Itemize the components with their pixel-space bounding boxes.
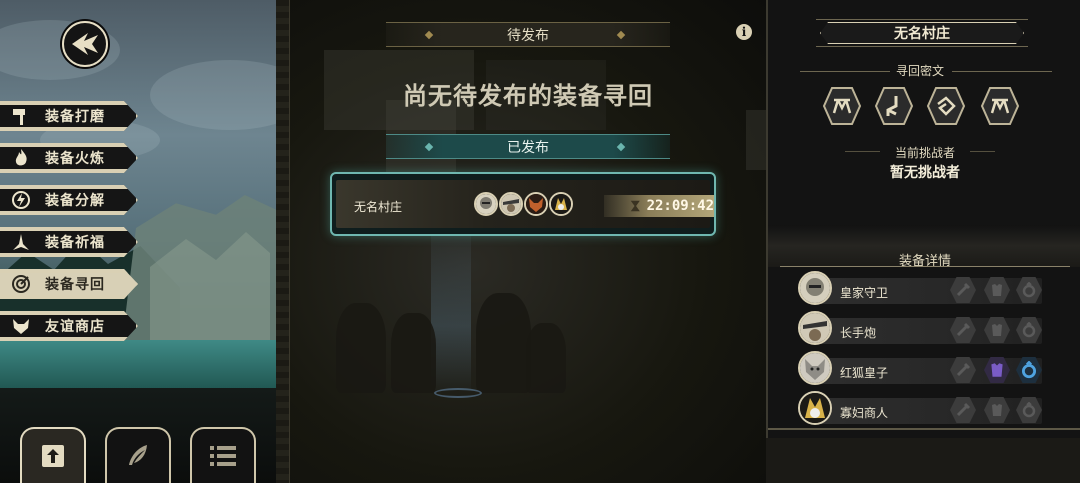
menu-item-disassemble[interactable]: 装备分解 [0,185,138,215]
retrieve-icon [10,273,32,295]
armor-icon [992,284,1002,296]
feather-icon [129,445,147,465]
sword-icon [956,402,971,417]
menu-item-label: 装备祈福 [45,235,105,251]
pending-section-header: 待发布 [386,22,670,47]
hero-name: 皇家守卫 [840,286,889,300]
timer-text: 22:09:42 [646,198,714,214]
hero-name: 长手炮 [840,326,877,340]
list-icon [210,446,236,466]
ring-icon [1022,322,1036,338]
divider [800,71,890,72]
back-arrow-icon [72,33,98,55]
panel-divider [276,0,290,483]
divider [780,266,1070,267]
sword-icon [956,362,971,377]
menu-item-bless[interactable]: 装备祈福 [0,227,138,257]
menu-item-friendship-shop[interactable]: 友谊商店 [0,311,138,341]
fox-icon [10,315,32,337]
blue-ring-icon [1021,361,1037,379]
hero-name: 寡妇商人 [840,406,889,420]
info-icon[interactable]: i [736,24,752,40]
knight-avatar [474,192,498,216]
sword-icon [956,322,971,337]
tab-list[interactable] [190,427,256,483]
menu-item-retrieve[interactable]: 装备寻回 [0,269,138,299]
cipher-heading: 寻回密文 [895,64,944,78]
menu-item-label: 装备分解 [45,193,105,209]
purple-armor-icon [991,363,1003,377]
armor-icon [992,404,1002,416]
panel-footer [766,438,1080,483]
fox-prince-avatar [524,192,548,216]
panel-frame [768,428,1080,438]
hammer-icon [10,105,32,127]
menu-item-label: 装备打磨 [45,109,105,125]
published-label: 已发布 [507,139,549,156]
royal-guard-avatar [798,271,832,305]
challenger-value: 暂无挑战者 [890,165,960,181]
quest-name: 无名村庄 [354,200,403,214]
widow-merchant-avatar [549,192,573,216]
cipher-rune-1-icon [822,87,862,125]
menu-item-label: 装备火炼 [45,151,105,167]
tab-records[interactable] [105,427,171,483]
long-gun-avatar [798,311,832,345]
empty-pending-message: 尚无待发布的装备寻回 [403,81,653,110]
disassemble-icon [10,189,32,211]
ring-icon [1022,402,1036,418]
flame-icon [10,147,32,169]
challenger-heading: 当前挑战者 [880,144,970,161]
menu-item-forge[interactable]: 装备火炼 [0,143,138,173]
hero-name: 红狐皇子 [840,366,889,380]
hero-row-royal-guard[interactable]: 皇家守卫 [798,271,1046,305]
upload-icon [42,445,64,467]
scene-background-middle [276,0,766,483]
village-title: 无名村庄 [820,22,1024,44]
widow-merchant-avatar [798,391,832,425]
published-quest-card[interactable]: 无名村庄 22:09:42 [330,172,716,236]
menu-item-polish[interactable]: 装备打磨 [0,101,138,131]
hero-row-long-gun[interactable]: 长手炮 [798,311,1046,345]
ring-icon [1022,282,1036,298]
back-button[interactable] [62,21,108,67]
cipher-rune-4-icon [980,87,1020,125]
menu-item-label: 友谊商店 [45,319,105,335]
cipher-rune-2-icon [874,87,914,125]
hero-row-red-fox-prince[interactable]: 红狐皇子 [798,351,1046,385]
cipher-rune-3-icon [926,87,966,125]
divider [952,71,1052,72]
sword-icon [956,282,971,297]
hourglass-icon [630,200,640,212]
gunner-avatar [499,192,523,216]
bless-icon [10,231,32,253]
hero-row-widow-merchant[interactable]: 寡妇商人 [798,391,1046,425]
armor-icon [992,324,1002,336]
village-title-text: 无名村庄 [894,26,950,42]
menu-item-label: 装备寻回 [45,277,105,293]
pending-label: 待发布 [507,27,549,44]
quest-timer: 22:09:42 [604,195,714,217]
published-section-header: 已发布 [386,134,670,159]
red-fox-prince-avatar [798,351,832,385]
tab-publish[interactable] [20,427,86,483]
